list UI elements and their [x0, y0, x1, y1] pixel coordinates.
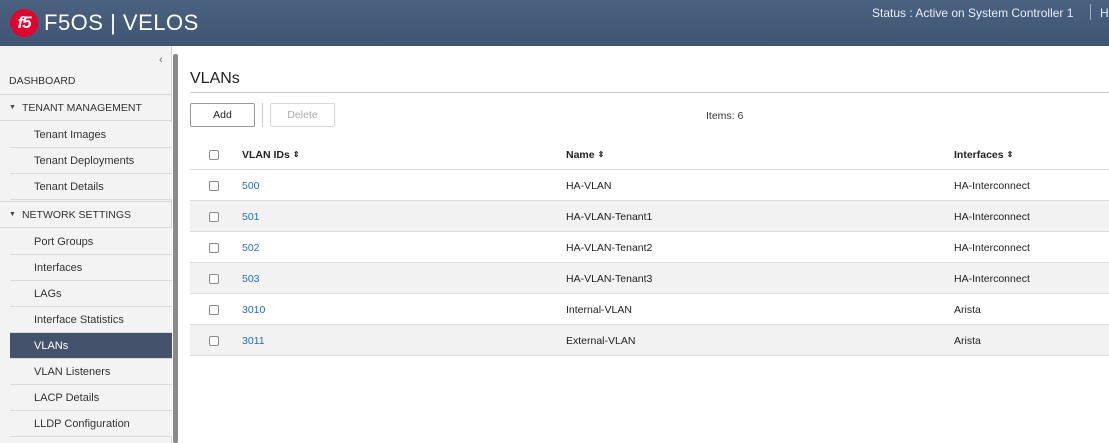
column-header-interfaces[interactable]: Interfaces ⇕	[954, 139, 1013, 170]
add-button[interactable]: Add	[190, 103, 255, 127]
table-row[interactable]: 500 HA-VLAN HA-Interconnect	[190, 170, 1109, 201]
sort-icon: ⇕	[597, 150, 605, 159]
items-count: Items: 6	[706, 110, 744, 122]
sidebar-item-lacp-details[interactable]: LACP Details	[10, 385, 172, 411]
vlan-name: Internal-VLAN	[566, 303, 632, 316]
header-divider	[1090, 4, 1091, 20]
product-name: F5OS | VELOS	[44, 10, 199, 35]
caret-down-icon: ▼	[9, 104, 16, 111]
vlan-name: HA-VLAN	[566, 179, 612, 192]
vlan-id-link[interactable]: 500	[242, 170, 260, 201]
page-title: VLANs	[190, 70, 240, 87]
sidebar-item-tenant-details[interactable]: Tenant Details	[10, 174, 172, 200]
sidebar-item-tenant-images[interactable]: Tenant Images	[10, 122, 172, 148]
sidebar-item-lags[interactable]: LAGs	[10, 281, 172, 307]
table-row[interactable]: 503 HA-VLAN-Tenant3 HA-Interconnect	[190, 263, 1109, 294]
sidebar-item-tenant-deployments[interactable]: Tenant Deployments	[10, 148, 172, 174]
title-divider	[190, 92, 1109, 93]
row-checkbox[interactable]	[209, 335, 219, 346]
row-checkbox[interactable]	[209, 304, 219, 315]
table-row[interactable]: 3011 External-VLAN Arista	[190, 325, 1109, 356]
vlan-interfaces: HA-Interconnect	[954, 272, 1030, 285]
vlan-interfaces: HA-Interconnect	[954, 210, 1030, 223]
vlan-interfaces: Arista	[954, 303, 981, 316]
column-header-vlan-ids[interactable]: VLAN IDs ⇕	[242, 139, 300, 170]
row-select-cell	[209, 325, 219, 356]
caret-down-icon: ▼	[9, 211, 16, 218]
sidebar-item-lldp-configuration[interactable]: LLDP Configuration	[10, 411, 172, 437]
sidebar-item-vlan-listeners[interactable]: VLAN Listeners	[10, 359, 172, 385]
table-row[interactable]: 3010 Internal-VLAN Arista	[190, 294, 1109, 325]
controller-status: Status : Active on System Controller 1	[872, 6, 1074, 20]
table-row[interactable]: 501 HA-VLAN-Tenant1 HA-Interconnect	[190, 201, 1109, 232]
column-header-label: Name	[566, 148, 595, 161]
sidebar-nav: ‹ DASHBOARD ▼ TENANT MANAGEMENT Tenant I…	[0, 46, 172, 443]
sidebar-section-tenant-management[interactable]: ▼ TENANT MANAGEMENT	[0, 94, 172, 121]
sidebar-scrollbar[interactable]	[173, 54, 178, 443]
toolbar-divider	[262, 103, 263, 127]
vlan-id-link[interactable]: 502	[242, 232, 260, 263]
row-checkbox[interactable]	[209, 273, 219, 284]
row-select-cell	[209, 263, 219, 294]
select-all-cell	[209, 139, 219, 170]
sidebar-section-label: NETWORK SETTINGS	[21, 208, 132, 221]
row-select-cell	[209, 201, 219, 232]
column-header-label: Interfaces	[954, 148, 1004, 161]
table-row[interactable]: 502 HA-VLAN-Tenant2 HA-Interconnect	[190, 232, 1109, 263]
sidebar-item-dashboard[interactable]: DASHBOARD	[9, 73, 181, 89]
vlan-id-link[interactable]: 3011	[242, 325, 265, 356]
row-select-cell	[209, 294, 219, 325]
column-header-name[interactable]: Name ⇕	[566, 139, 604, 170]
vlan-interfaces: HA-Interconnect	[954, 241, 1030, 254]
vlan-interfaces: HA-Interconnect	[954, 179, 1030, 192]
table-header-row: VLAN IDs ⇕ Name ⇕ Interfaces ⇕	[190, 139, 1109, 170]
host-label[interactable]: Hos	[1100, 6, 1109, 20]
collapse-sidebar-icon[interactable]: ‹	[159, 54, 163, 66]
row-select-cell	[209, 232, 219, 263]
vlan-interfaces: Arista	[954, 334, 981, 347]
f5-logo-icon: f5	[10, 9, 38, 37]
vlan-id-link[interactable]: 3010	[242, 294, 265, 325]
vlan-id-link[interactable]: 503	[242, 263, 260, 294]
vlan-name: HA-VLAN-Tenant2	[566, 241, 653, 254]
vlan-id-link[interactable]: 501	[242, 201, 260, 232]
row-checkbox[interactable]	[209, 180, 219, 191]
sort-icon: ⇕	[292, 150, 300, 159]
vlan-name: HA-VLAN-Tenant3	[566, 272, 653, 285]
row-checkbox[interactable]	[209, 242, 219, 253]
row-checkbox[interactable]	[209, 211, 219, 222]
select-all-checkbox[interactable]	[209, 149, 219, 160]
sidebar-item-vlans[interactable]: VLANs	[10, 333, 172, 359]
column-header-label: VLAN IDs	[242, 148, 290, 161]
f5-logo[interactable]: f5 F5OS | VELOS	[10, 9, 199, 37]
sidebar-section-label: TENANT MANAGEMENT	[21, 101, 142, 114]
vlan-name: External-VLAN	[566, 334, 636, 347]
row-select-cell	[209, 170, 219, 201]
sidebar-item-interfaces[interactable]: Interfaces	[10, 255, 172, 281]
vlan-name: HA-VLAN-Tenant1	[566, 210, 653, 223]
sidebar-item-interface-statistics[interactable]: Interface Statistics	[10, 307, 172, 333]
top-header: f5 F5OS | VELOS Status : Active on Syste…	[0, 0, 1109, 46]
sidebar-item-port-groups[interactable]: Port Groups	[10, 229, 172, 255]
delete-button[interactable]: Delete	[270, 103, 335, 127]
sidebar-section-network-settings[interactable]: ▼ NETWORK SETTINGS	[0, 201, 172, 228]
sort-icon: ⇕	[1006, 150, 1014, 159]
